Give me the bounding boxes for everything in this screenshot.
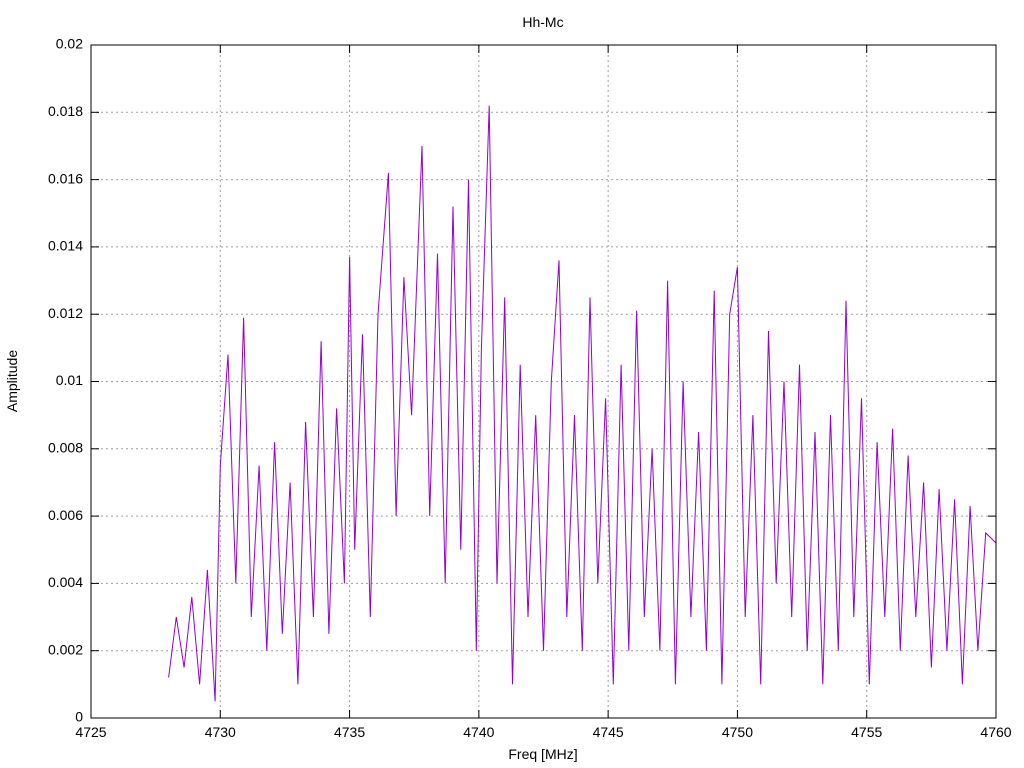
y-tick-labels: 0 0.002 0.004 0.006 0.008 0.01 0.012 0.014 0.016… xyxy=(48,36,83,725)
x-tick-label: 4760 xyxy=(980,724,1011,740)
x-axis-label: Freq [MHz] xyxy=(508,746,577,762)
y-axis-label: Amplitude xyxy=(4,350,20,412)
x-tick-label: 4745 xyxy=(593,724,624,740)
y-tick-label: 0.004 xyxy=(48,574,83,590)
x-tick-label: 4755 xyxy=(851,724,882,740)
y-tick-label: 0.02 xyxy=(56,36,83,52)
y-tick-label: 0.002 xyxy=(48,641,83,657)
y-tick-label: 0.006 xyxy=(48,507,83,523)
x-tick-label: 4730 xyxy=(205,724,236,740)
y-tick-label: 0.01 xyxy=(56,372,83,388)
grid-layer xyxy=(91,45,996,718)
y-tick-label: 0.014 xyxy=(48,238,83,254)
chart-title: Hh-Mc xyxy=(522,14,563,30)
y-tick-label: 0.008 xyxy=(48,440,83,456)
spectrum-chart: 0 0.002 0.004 0.006 0.008 0.01 0.012 0.014 0.016… xyxy=(4,14,1012,762)
y-tick-label: 0.016 xyxy=(48,170,83,186)
x-tick-label: 4735 xyxy=(334,724,365,740)
x-tick-labels: 4725 4730 4735 4740 4745 4750 4755 4760 xyxy=(75,724,1011,740)
x-tick-label: 4740 xyxy=(463,724,494,740)
x-tick-label: 4750 xyxy=(722,724,753,740)
y-tick-label: 0 xyxy=(75,709,83,725)
y-tick-label: 0.018 xyxy=(48,103,83,119)
x-tick-label: 4725 xyxy=(75,724,106,740)
y-tick-label: 0.012 xyxy=(48,305,83,321)
amplitude-series-line xyxy=(168,105,997,702)
